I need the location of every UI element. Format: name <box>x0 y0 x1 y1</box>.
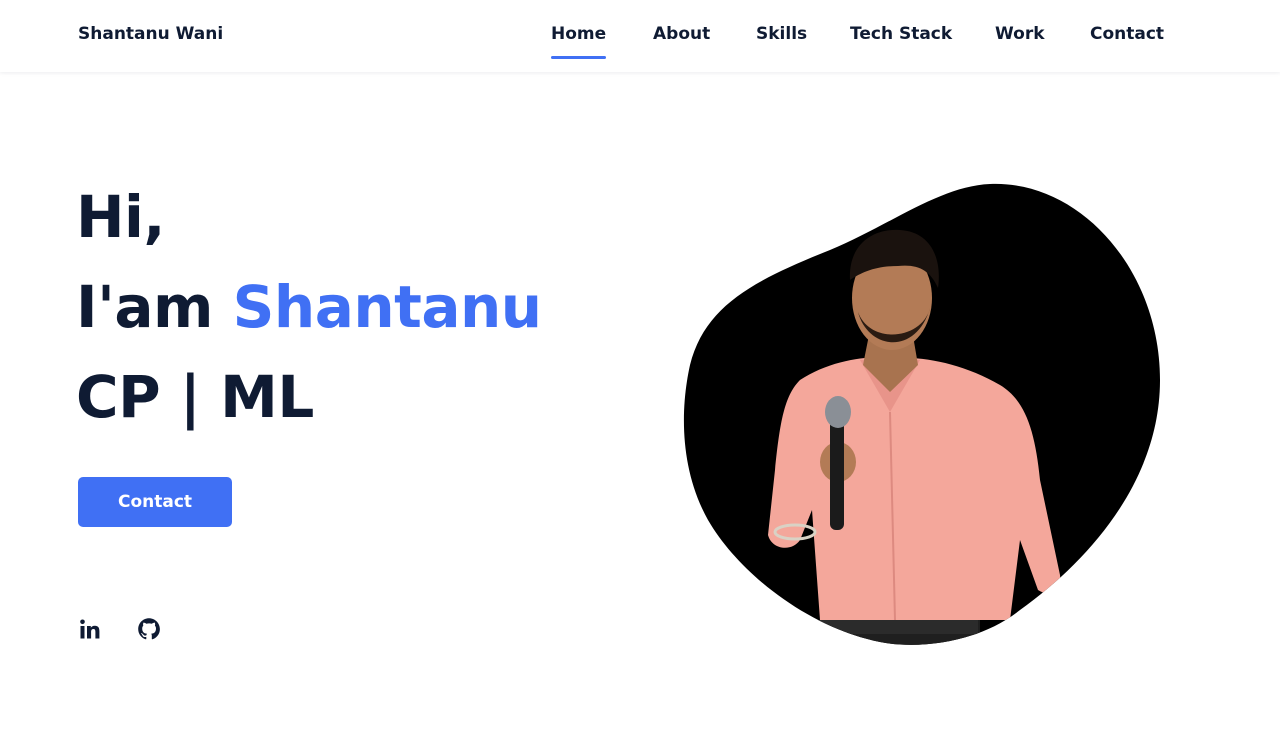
linkedin-link[interactable] <box>78 617 102 641</box>
nav-contact[interactable]: Contact <box>1090 24 1164 44</box>
hero-name: Shantanu <box>232 273 542 341</box>
profile-photo <box>683 183 1160 645</box>
nav-about[interactable]: About <box>653 24 710 44</box>
hero-intro-prefix: I'am <box>76 273 213 341</box>
hero-greeting: Hi, <box>76 183 165 251</box>
nav-tech-stack[interactable]: Tech Stack <box>850 24 952 44</box>
linkedin-icon <box>80 619 100 639</box>
github-icon <box>138 618 160 640</box>
nav-skills[interactable]: Skills <box>756 24 807 44</box>
github-link[interactable] <box>137 617 161 641</box>
main-nav: Home About Skills Tech Stack Work Contac… <box>0 24 1280 64</box>
nav-work[interactable]: Work <box>995 24 1045 44</box>
site-header: Shantanu Wani Home About Skills Tech Sta… <box>0 0 1280 72</box>
nav-home[interactable]: Home <box>551 24 607 59</box>
hero-intro: I'am Shantanu <box>76 262 542 352</box>
hero-roles: CP | ML <box>76 363 314 431</box>
contact-button[interactable]: Contact <box>78 477 232 527</box>
hero-title: Hi, I'am Shantanu CP | ML <box>76 172 542 442</box>
